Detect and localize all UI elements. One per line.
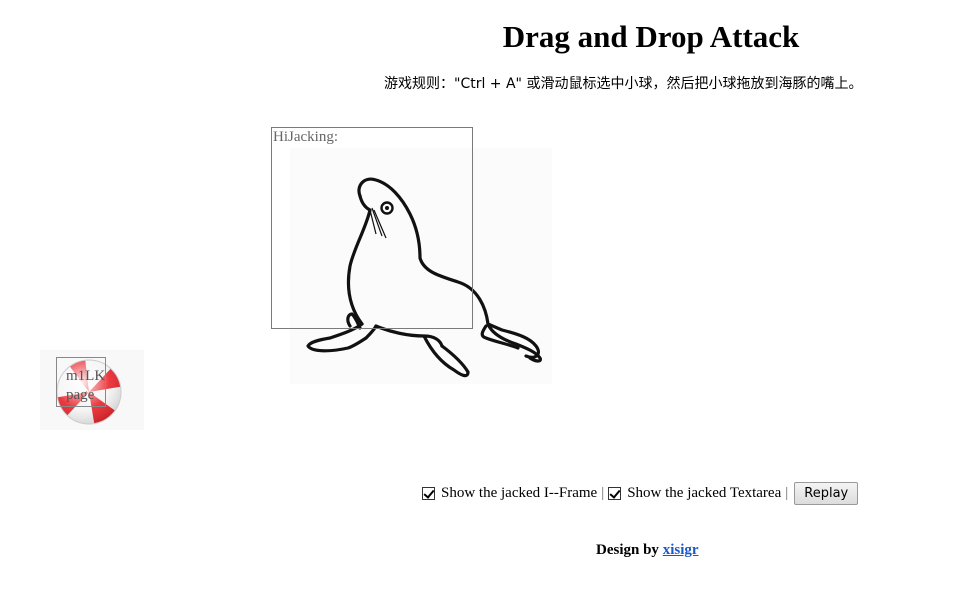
design-credit: Design by xisigr bbox=[596, 542, 699, 559]
design-by-label: Design by bbox=[596, 542, 659, 558]
show-textarea-label: Show the jacked Textarea bbox=[627, 485, 782, 501]
page-title: Drag and Drop Attack bbox=[502, 19, 800, 54]
show-iframe-label: Show the jacked I--Frame bbox=[441, 485, 598, 501]
show-iframe-checkbox[interactable] bbox=[422, 487, 435, 500]
author-link[interactable]: xisigr bbox=[663, 542, 699, 558]
controls-bar: Show the jacked I--Frame | Show the jack… bbox=[422, 482, 859, 505]
show-textarea-checkbox[interactable] bbox=[608, 487, 622, 500]
jacked-iframe[interactable]: HiJacking: bbox=[271, 127, 473, 329]
replay-button[interactable]: Replay bbox=[794, 482, 859, 505]
separator: | bbox=[785, 485, 789, 501]
iframe-label: HiJacking: bbox=[273, 129, 338, 145]
page: Drag and Drop Attack 游戏规则："Ctrl + A" 或滑动… bbox=[0, 0, 973, 600]
game-rules: 游戏规则："Ctrl + A" 或滑动鼠标选中小球，然后把小球拖放到海豚的嘴上。 bbox=[384, 76, 863, 92]
separator: | bbox=[601, 485, 605, 501]
jacked-textarea[interactable]: m1LK! page bbox=[56, 357, 106, 407]
